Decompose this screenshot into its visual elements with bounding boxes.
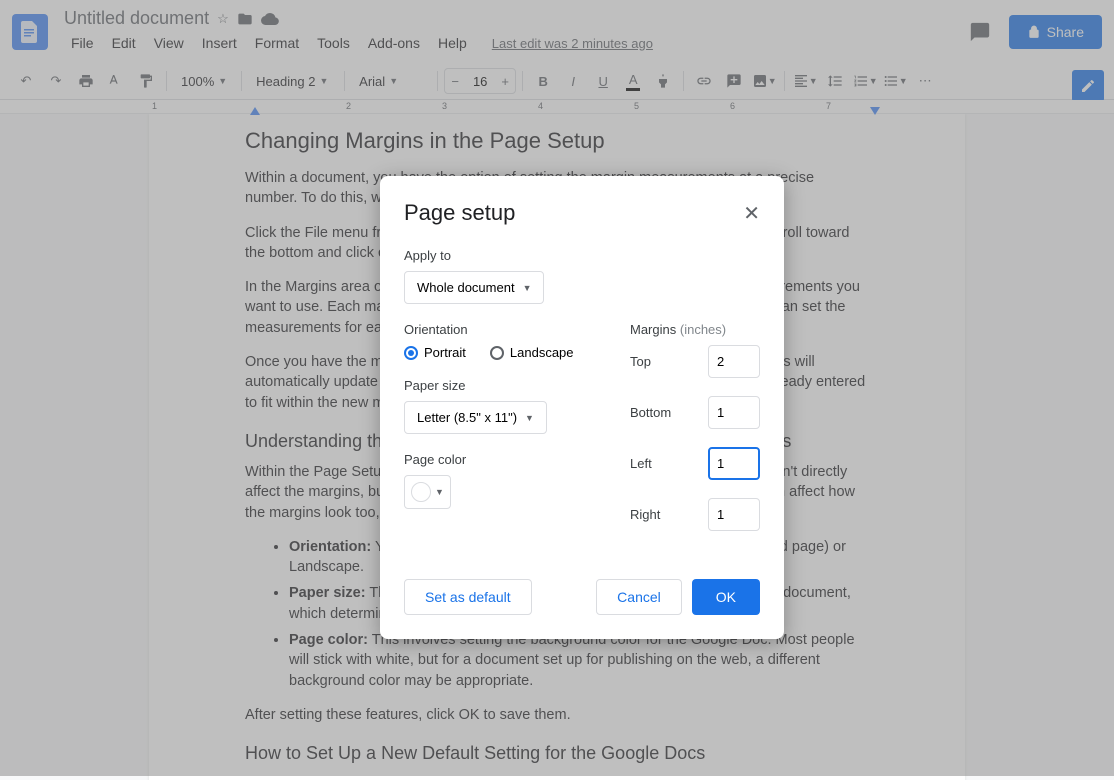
dialog-title: Page setup xyxy=(404,200,515,226)
right-label: Right xyxy=(630,507,660,522)
bottom-label: Bottom xyxy=(630,405,671,420)
margin-bottom-input[interactable] xyxy=(708,396,760,429)
close-button[interactable]: ✕ xyxy=(743,201,760,226)
paper-size-label: Paper size xyxy=(404,378,590,393)
apply-to-select[interactable]: Whole document▼ xyxy=(404,271,544,304)
orientation-label: Orientation xyxy=(404,322,590,337)
set-default-button[interactable]: Set as default xyxy=(404,579,532,615)
landscape-radio[interactable]: Landscape xyxy=(490,345,574,360)
color-swatch xyxy=(411,482,431,502)
page-color-label: Page color xyxy=(404,452,590,467)
cancel-button[interactable]: Cancel xyxy=(596,579,682,615)
page-setup-dialog: Page setup ✕ Apply to Whole document▼ Or… xyxy=(380,176,784,639)
margins-label: Margins (inches) xyxy=(630,322,760,337)
portrait-radio[interactable]: Portrait xyxy=(404,345,466,360)
paper-size-select[interactable]: Letter (8.5" x 11")▼ xyxy=(404,401,547,434)
left-label: Left xyxy=(630,456,652,471)
apply-to-label: Apply to xyxy=(404,248,760,263)
top-label: Top xyxy=(630,354,651,369)
page-color-select[interactable]: ▼ xyxy=(404,475,451,509)
margin-right-input[interactable] xyxy=(708,498,760,531)
margin-left-input[interactable] xyxy=(708,447,760,480)
ok-button[interactable]: OK xyxy=(692,579,760,615)
margin-top-input[interactable] xyxy=(708,345,760,378)
